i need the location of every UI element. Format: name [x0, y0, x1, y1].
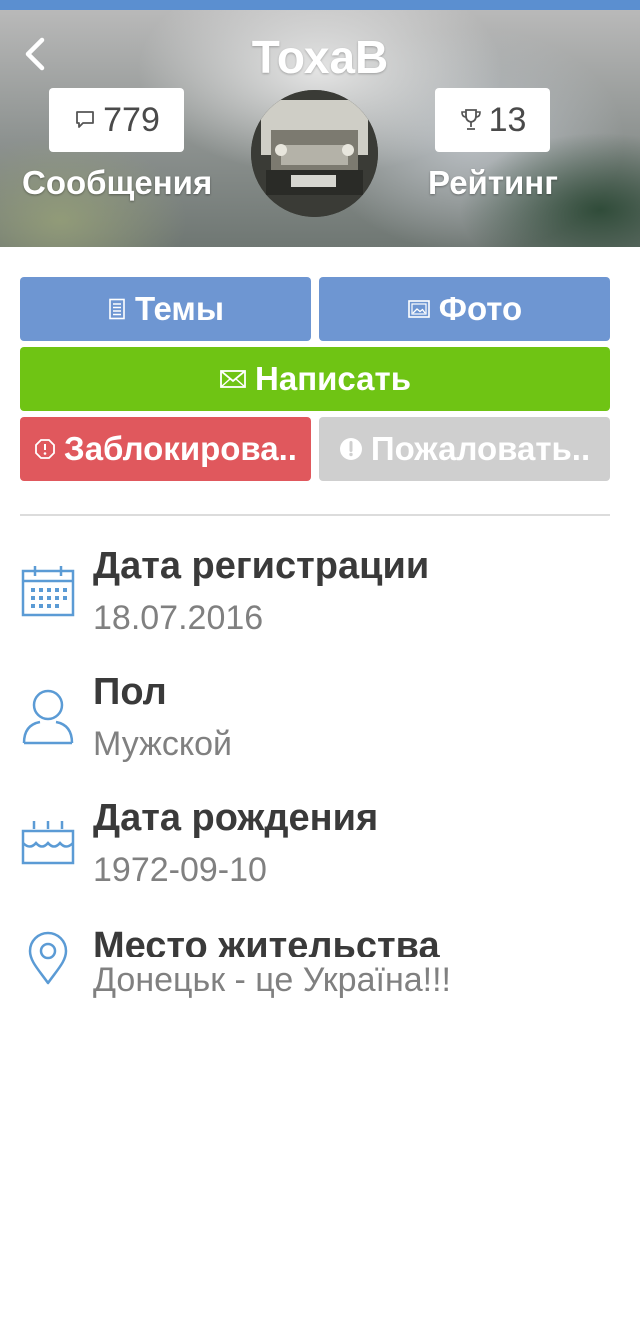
block-icon	[35, 439, 55, 459]
registration-title: Дата регистрации	[93, 545, 430, 587]
trophy-icon	[460, 109, 481, 130]
messages-label: Сообщения	[22, 164, 213, 201]
calendar-icon	[21, 566, 75, 617]
topics-button-label: Темы	[134, 290, 225, 327]
avatar[interactable]	[251, 90, 378, 217]
report-user-button-label: Пожаловать..	[370, 430, 591, 467]
registration-value: 18.07.2016	[93, 599, 264, 637]
image-icon	[407, 300, 430, 318]
location-pin-icon	[28, 931, 68, 985]
rating-count-box[interactable]: 13	[435, 88, 550, 152]
report-user-button[interactable]: Пожаловать..	[319, 417, 610, 481]
messages-count: 779	[103, 100, 160, 139]
block-user-button[interactable]: Заблокирова..	[20, 417, 311, 481]
info-row-birthday: Дата рождения 1972-09-10	[0, 797, 640, 892]
block-user-button-label: Заблокирова..	[64, 430, 297, 467]
gender-value: Мужской	[93, 725, 232, 763]
envelope-icon	[220, 370, 246, 388]
status-bar	[0, 0, 640, 10]
birthday-title: Дата рождения	[93, 797, 379, 839]
messages-count-box[interactable]: 779	[49, 88, 184, 152]
write-message-button[interactable]: Написать	[20, 347, 610, 411]
photo-button[interactable]: Фото	[319, 277, 610, 341]
section-divider	[20, 514, 610, 516]
rating-count: 13	[488, 100, 527, 139]
write-message-button-label: Написать	[255, 360, 411, 397]
document-icon	[109, 298, 125, 320]
info-row-registration: Дата регистрации 18.07.2016	[0, 545, 640, 640]
rating-label: Рейтинг	[428, 164, 558, 201]
location-title: Место жительства	[93, 925, 440, 957]
info-row-location: Место жительства Донецьк - це Україна!!!	[0, 925, 640, 1000]
avatar-photo	[251, 90, 378, 217]
info-row-gender: Пол Мужской	[0, 671, 640, 766]
birthday-value: 1972-09-10	[93, 851, 267, 889]
birthday-cake-icon	[21, 821, 75, 865]
location-value: Донецьк - це Україна!!!	[93, 961, 451, 999]
photo-button-label: Фото	[438, 290, 523, 327]
gender-title: Пол	[93, 671, 167, 713]
user-icon	[22, 689, 74, 745]
topics-button[interactable]: Темы	[20, 277, 311, 341]
speech-bubble-icon	[76, 111, 95, 128]
exclamation-icon	[339, 438, 362, 460]
profile-header: ТохаВ 779 Сообщения 13 Рейтинг	[0, 10, 640, 247]
profile-username: ТохаВ	[251, 31, 389, 83]
